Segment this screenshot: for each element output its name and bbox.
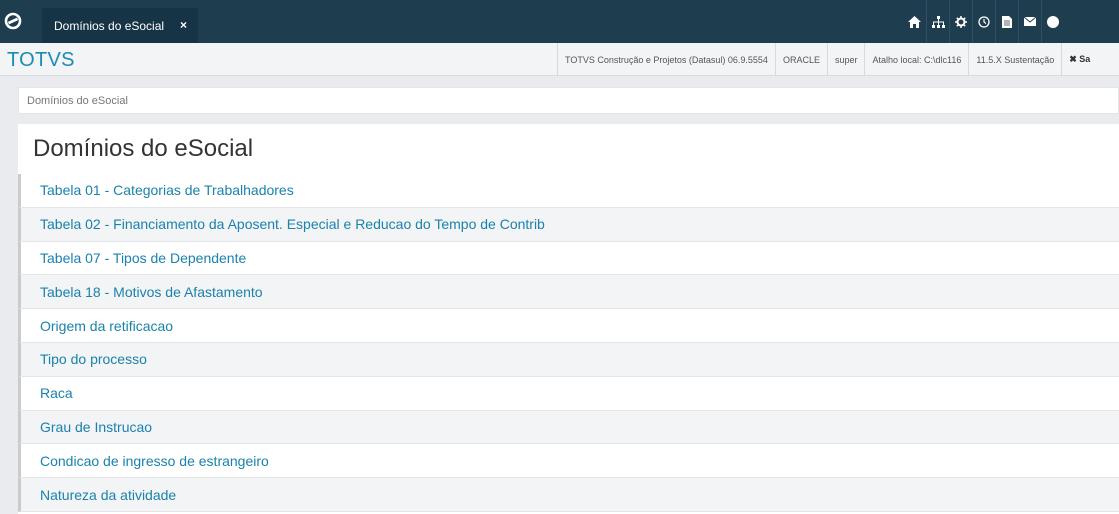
list-item[interactable]: Tabela 07 - Tipos de Dependente (18, 241, 1119, 276)
status-local-shortcut: Atalho local: C:\dlc116 (864, 43, 968, 76)
mail-icon[interactable] (1018, 0, 1041, 43)
domain-list: Tabela 01 - Categorias de Trabalhadores … (18, 174, 1119, 512)
tab-dominios-esocial[interactable]: Domínios do eSocial × (42, 8, 198, 49)
list-item[interactable]: Grau de Instrucao (18, 410, 1119, 445)
help-icon[interactable] (1041, 0, 1064, 43)
list-item[interactable]: Condicao de ingresso de estrangeiro (18, 444, 1119, 479)
list-item[interactable]: Natureza da atividade (18, 478, 1119, 512)
exit-button[interactable]: ✖ Sa (1061, 43, 1097, 76)
list-item[interactable]: Tipo do processo (18, 342, 1119, 377)
top-toolbar (903, 0, 1064, 43)
brand-logo: TOTVS (7, 49, 75, 71)
top-navigation-bar: Domínios do eSocial × (0, 0, 1119, 49)
list-item[interactable]: Tabela 18 - Motivos de Afastamento (18, 275, 1119, 310)
status-version: 11.5.X Sustentação (968, 43, 1061, 76)
list-item[interactable]: Tabela 02 - Financiamento da Aposent. Es… (18, 207, 1119, 242)
gear-icon[interactable] (949, 0, 972, 43)
tab-close-button[interactable]: × (180, 18, 187, 32)
sitemap-icon[interactable] (926, 0, 949, 43)
status-database: ORACLE (774, 43, 827, 76)
page-title: Domínios do eSocial (33, 135, 254, 162)
status-product: TOTVS Construção e Projetos (Datasul) 06… (557, 43, 775, 76)
breadcrumb[interactable]: Domínios do eSocial (18, 87, 1119, 114)
list-item[interactable]: Tabela 01 - Categorias de Trabalhadores (18, 174, 1119, 208)
app-logo-icon[interactable] (0, 8, 26, 34)
home-icon[interactable] (903, 0, 926, 43)
status-items: TOTVS Construção e Projetos (Datasul) 06… (557, 43, 1097, 76)
tab-label: Domínios do eSocial (54, 19, 165, 33)
status-bar: TOTVS TOTVS Construção e Projetos (Datas… (0, 43, 1119, 76)
document-icon[interactable] (995, 0, 1018, 43)
clock-icon[interactable] (972, 0, 995, 43)
list-item[interactable]: Raca (18, 376, 1119, 411)
list-item[interactable]: Origem da retificacao (18, 309, 1119, 343)
main-panel: Domínios do eSocial Tabela 01 - Categori… (18, 124, 1119, 514)
status-user[interactable]: super (826, 43, 865, 76)
